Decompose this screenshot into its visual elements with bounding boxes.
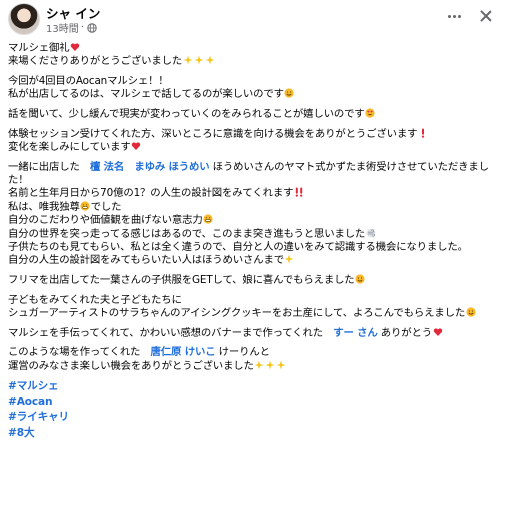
sparkles-icon xyxy=(276,360,286,370)
paragraph-family: 子どもをみてくれた夫と子どもたちに シュガーアーティストのサラちゃんのアイシング… xyxy=(8,294,502,321)
heart-icon xyxy=(131,141,141,151)
text-line: 来場くださりありがとうございました xyxy=(8,55,183,68)
text-line: でした xyxy=(90,200,122,213)
paragraph-houmei: 一緒に出店した 檀 法名 まゆみ ほうめい ほうめいさんのヤマト式かずたま術受け… xyxy=(8,161,502,268)
author-avatar[interactable] xyxy=(8,3,40,35)
text-line: 自分の世界を突っ走ってる感じはあるので、このまま突き進もうと思いました xyxy=(8,227,366,240)
text-line: 自分の人生の設計図をみてもらいたい人はほうめいさんまで xyxy=(8,254,284,267)
post-meta: 13時間 · xyxy=(46,20,97,35)
text-line: 運営のみなさま楽しい機会をありがとうございました xyxy=(8,359,254,372)
mention-houmei[interactable]: 檀 法名 まゆみ ほうめい xyxy=(90,161,210,173)
hashtag-link[interactable]: #8大 xyxy=(8,426,502,442)
text-line: フリマを出店してた一葉さんの子供服をGETして、娘に喜んでもらえました xyxy=(8,274,355,287)
smile-icon xyxy=(355,274,365,284)
text-line: このような場を作ってくれた xyxy=(8,346,151,359)
paragraph-helper: マルシェを手伝ってくれて、かわいい感想のバナーまで作ってくれた すー さん あり… xyxy=(8,327,502,340)
text-line: 子供たちのも見てもらい、私とは全く違うので、自分と人の違いをみて認識する機会にな… xyxy=(8,241,468,254)
sparkles-icon xyxy=(205,55,215,65)
text-line: 体験セッション受けてくれた方、深いところに意識を向ける機会をありがとうございます xyxy=(8,127,418,140)
heart-icon xyxy=(433,327,443,337)
text-line: マルシェを手伝ってくれて、かわいい感想のバナーまで作ってくれた xyxy=(8,326,334,339)
close-button[interactable] xyxy=(476,6,496,26)
paragraph-thanks: マルシェ御礼 来場くださりありがとうございました xyxy=(8,42,502,69)
hashtag-link[interactable]: #マルシェ xyxy=(8,379,502,395)
text-line: ありがとう xyxy=(377,326,432,339)
blowing-wind-icon xyxy=(366,228,376,238)
more-options-button[interactable] xyxy=(444,8,464,24)
heart-eyes-icon xyxy=(365,108,375,118)
post-timestamp[interactable]: 13時間 xyxy=(46,20,79,35)
mention-su[interactable]: すー さん xyxy=(333,327,378,339)
paragraph-listen: 話を聞いて、少し緩んで現実が変わっていくのをみられることが嬉しいのです xyxy=(8,108,502,121)
globe-icon xyxy=(87,22,97,33)
sparkles-icon xyxy=(265,360,275,370)
smile-icon xyxy=(284,88,294,99)
text-line: 変化を楽しみにしています xyxy=(8,141,131,153)
exclamation-icon xyxy=(418,128,428,138)
text-line: シュガーアーティストのサラちゃんのアイシングクッキーをお土産にして、よろこんでも… xyxy=(8,307,466,320)
meta-separator: · xyxy=(80,22,84,33)
text-line: 私が出店してるのは、マルシェで話してるのが楽しいのです xyxy=(8,88,284,101)
sparkles-icon xyxy=(183,55,193,65)
post-header: シャ イン 13時間 · xyxy=(0,0,508,36)
text-line: 子どもをみてくれた夫と子どもたちに xyxy=(8,293,182,306)
text-line: 一緒に出店した xyxy=(8,160,90,173)
post-body: マルシェ御礼 来場くださりありがとうございました 今回が4回目のAocanマルシ… xyxy=(8,42,502,441)
text-line: マルシェ御礼 xyxy=(8,42,70,54)
grin-icon xyxy=(80,201,90,211)
text-line: 今回が4回目のAocanマルシェ！！ xyxy=(8,75,169,87)
paragraph-aocan: 今回が4回目のAocanマルシェ！！ 私が出店してるのは、マルシェで話してるのが… xyxy=(8,75,502,102)
post-card: シャ イン 13時間 · マルシェ御礼 来場くださりありがとうございました 今回… xyxy=(0,0,508,508)
hashtag-list: #マルシェ #Aocan #ライキャリ #8大 xyxy=(8,379,502,441)
text-line: 話を聞いて、少し緩んで現実が変わっていくのをみられることが嬉しいのです xyxy=(8,108,365,120)
text-line: 名前と生年月日から70億の1？の人生の設計図をみてくれます xyxy=(8,187,294,200)
grin-icon xyxy=(203,214,213,224)
sparkles-icon xyxy=(254,360,264,370)
text-line: 自分のこだわりや価値観を曲げない意志力 xyxy=(8,214,203,227)
paragraph-flea-market: フリマを出店してた一葉さんの子供服をGETして、娘に喜んでもらえました xyxy=(8,274,502,287)
smile-icon xyxy=(465,307,476,317)
hashtag-link[interactable]: #ライキャリ xyxy=(8,410,502,426)
mention-keiko[interactable]: 唐仁原 けいこ xyxy=(151,346,216,358)
heart-icon xyxy=(70,42,80,52)
double-exclamation-icon xyxy=(294,187,304,198)
hashtag-link[interactable]: #Aocan xyxy=(8,395,502,411)
text-line: けーりんと xyxy=(215,346,270,359)
text-line: 私は、唯我独尊 xyxy=(8,200,80,213)
paragraph-organizer: このような場を作ってくれた 唐仁原 けいこ けーりんと 運営のみなさま楽しい機会… xyxy=(8,346,502,373)
sparkles-icon xyxy=(194,55,204,65)
paragraph-session: 体験セッション受けてくれた方、深いところに意識を向ける機会をありがとうございます… xyxy=(8,128,502,155)
sparkles-icon xyxy=(284,254,294,264)
